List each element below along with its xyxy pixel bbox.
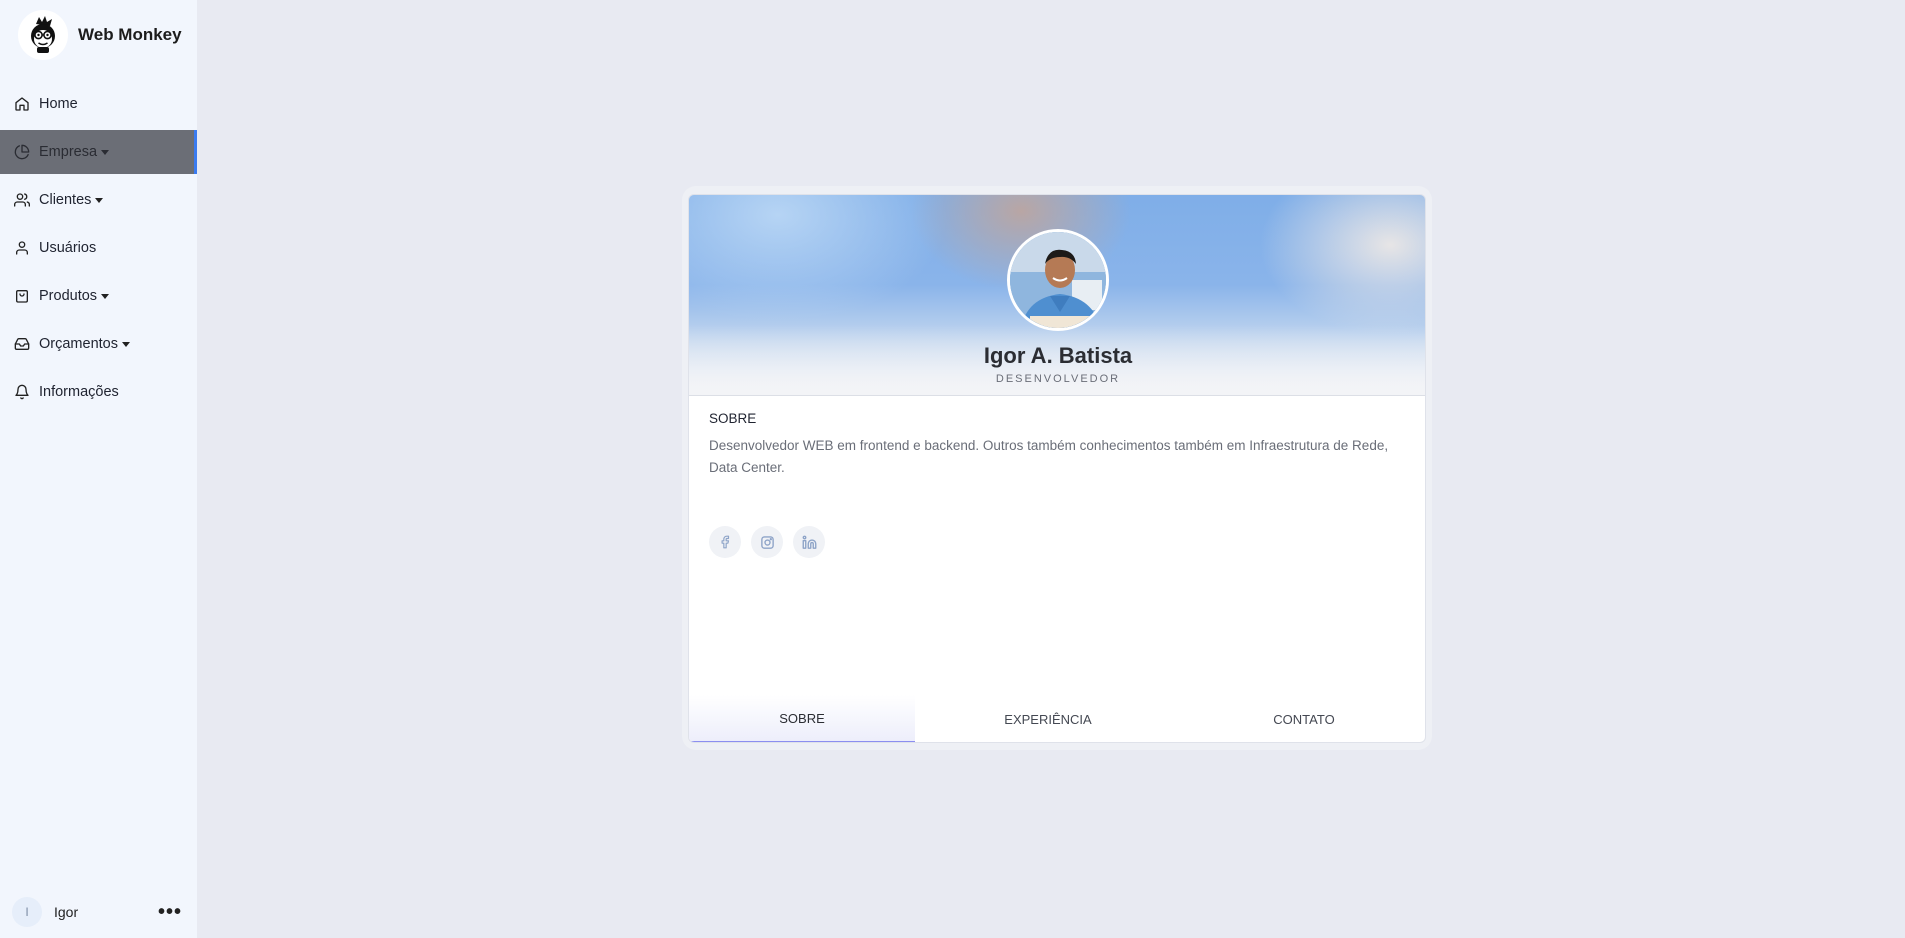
tab-contato[interactable]: CONTATO: [1181, 695, 1425, 742]
inbox-icon: [14, 336, 30, 352]
profile-avatar: [1007, 229, 1109, 331]
sidebar-item-label: Home: [39, 96, 78, 112]
sidebar-item-orcamentos[interactable]: Orçamentos: [0, 322, 197, 366]
pie-chart-icon: [14, 144, 30, 160]
sidebar-item-label: Informações: [39, 384, 119, 400]
brand[interactable]: Web Monkey: [18, 10, 182, 60]
user-icon: [14, 240, 30, 256]
user-row[interactable]: I Igor •••: [12, 897, 182, 927]
caret-down-icon: [101, 150, 110, 155]
user-name: Igor: [54, 904, 79, 920]
sidebar-item-label: Usuários: [39, 240, 97, 256]
more-horizontal-icon[interactable]: •••: [158, 902, 182, 922]
sidebar: Web Monkey Home Empresa Clientes Usuário…: [0, 0, 197, 938]
instagram-icon[interactable]: [751, 526, 783, 558]
brand-name: Web Monkey: [78, 25, 182, 44]
user-avatar[interactable]: I: [12, 897, 42, 927]
home-icon: [14, 96, 30, 112]
sidebar-item-label: Orçamentos: [39, 336, 118, 352]
tab-experiencia[interactable]: EXPERIÊNCIA: [915, 695, 1181, 742]
sidebar-nav: Home Empresa Clientes Usuários Produtos …: [0, 82, 197, 418]
divider: [689, 395, 1425, 396]
linkedin-icon[interactable]: [793, 526, 825, 558]
profile-role: DESENVOLVEDOR: [995, 373, 1121, 385]
tab-sobre[interactable]: SOBRE: [689, 695, 915, 742]
sidebar-item-label: Clientes: [39, 192, 92, 208]
section-title: SOBRE: [709, 411, 757, 426]
caret-down-icon: [95, 198, 104, 203]
profile-tabs: SOBRE EXPERIÊNCIA CONTATO: [689, 695, 1425, 742]
caret-down-icon: [121, 342, 130, 347]
sidebar-item-empresa[interactable]: Empresa: [0, 130, 197, 174]
sidebar-item-label: Produtos: [39, 288, 98, 304]
users-icon: [14, 192, 30, 208]
shopping-bag-icon: [14, 288, 30, 304]
bell-icon: [14, 384, 30, 400]
monkey-logo-icon: [18, 10, 68, 60]
profile-card: Igor A. Batista DESENVOLVEDOR SOBRE Dese…: [688, 194, 1426, 743]
sidebar-item-label: Empresa: [39, 144, 98, 160]
sidebar-item-informacoes[interactable]: Informações: [0, 370, 197, 414]
caret-down-icon: [101, 294, 110, 299]
facebook-icon[interactable]: [709, 526, 741, 558]
about-text: Desenvolvedor WEB em frontend e backend.…: [709, 438, 1389, 475]
sidebar-item-home[interactable]: Home: [0, 82, 197, 126]
sidebar-item-usuarios[interactable]: Usuários: [0, 226, 197, 270]
profile-name: Igor A. Batista: [983, 343, 1133, 368]
sidebar-item-clientes[interactable]: Clientes: [0, 178, 197, 222]
sidebar-item-produtos[interactable]: Produtos: [0, 274, 197, 318]
social-links: [709, 526, 835, 558]
